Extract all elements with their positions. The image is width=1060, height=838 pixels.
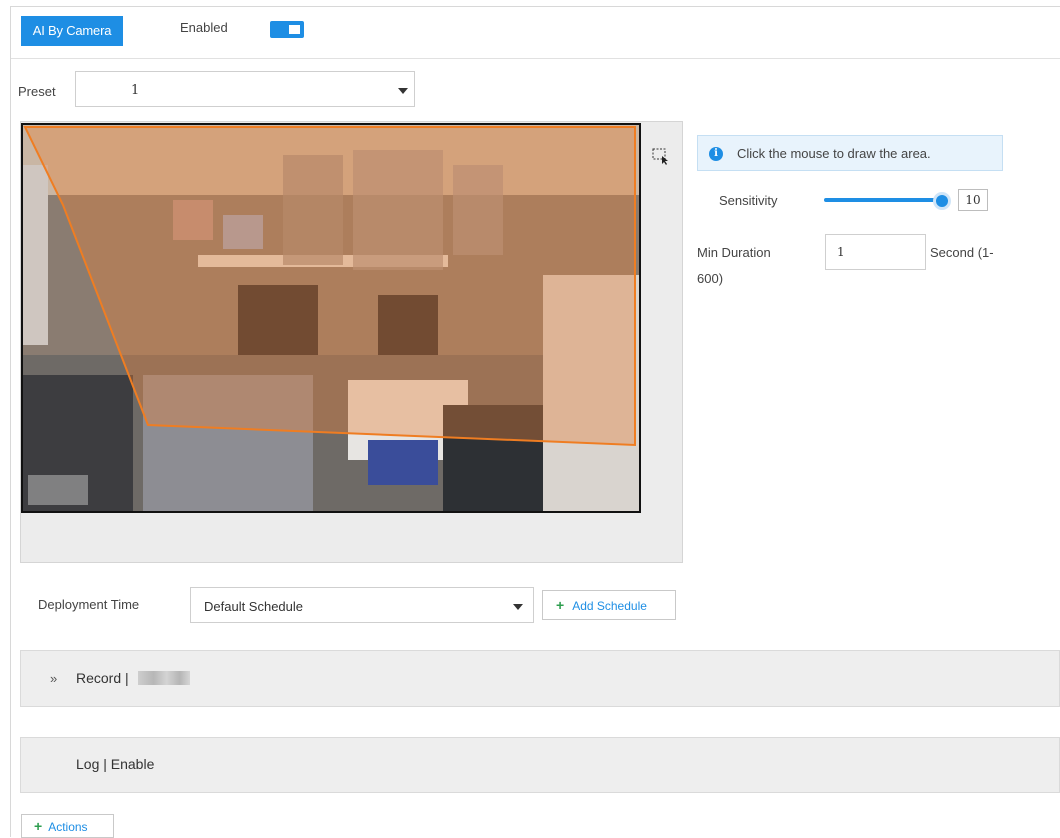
toggle-knob xyxy=(289,25,300,34)
add-schedule-button[interactable]: + Add Schedule xyxy=(542,590,676,620)
header-divider xyxy=(11,58,1060,59)
sensitivity-label: Sensitivity xyxy=(719,193,778,208)
sensitivity-slider[interactable] xyxy=(824,198,946,202)
schedule-value: Default Schedule xyxy=(204,599,304,614)
record-panel[interactable]: » Record | xyxy=(20,650,1060,707)
info-banner: i Click the mouse to draw the area. xyxy=(697,135,1003,171)
preset-label: Preset xyxy=(18,84,56,99)
chevron-down-icon xyxy=(398,88,408,94)
rule-settings-panel xyxy=(683,121,1060,563)
preset-select[interactable]: 1 xyxy=(75,71,415,107)
actions-label: Actions xyxy=(48,820,88,834)
min-duration-unit-cont: 600) xyxy=(697,271,724,286)
redacted-text xyxy=(138,671,190,685)
preset-value: 1 xyxy=(131,83,140,98)
info-text: Click the mouse to draw the area. xyxy=(737,146,931,161)
video-scene xyxy=(23,125,639,511)
plus-icon: + xyxy=(556,597,565,613)
add-schedule-label: Add Schedule xyxy=(572,599,647,613)
sensitivity-slider-thumb[interactable] xyxy=(933,192,951,210)
min-duration-input[interactable]: 1 xyxy=(825,234,926,270)
expand-chevron-icon[interactable]: » xyxy=(50,671,57,686)
min-duration-label: Min Duration xyxy=(697,245,771,260)
record-panel-title: Record | xyxy=(76,670,129,686)
log-panel-title: Log | Enable xyxy=(76,756,155,772)
schedule-select[interactable]: Default Schedule xyxy=(190,587,534,623)
plus-icon: + xyxy=(34,818,43,834)
chevron-down-icon xyxy=(513,604,523,610)
sensitivity-value[interactable]: 10 xyxy=(958,189,988,211)
log-panel[interactable]: Log | Enable xyxy=(20,737,1060,793)
enabled-label: Enabled xyxy=(180,20,228,35)
enabled-toggle[interactable] xyxy=(270,21,304,38)
min-duration-unit: Second (1- xyxy=(930,245,994,260)
camera-video-preview[interactable] xyxy=(21,123,641,513)
info-icon: i xyxy=(709,147,723,161)
ai-by-camera-tab[interactable]: AI By Camera xyxy=(21,16,123,46)
draw-area-icon[interactable] xyxy=(652,147,670,165)
actions-button[interactable]: + Actions xyxy=(21,814,114,838)
deployment-time-label: Deployment Time xyxy=(38,597,140,612)
